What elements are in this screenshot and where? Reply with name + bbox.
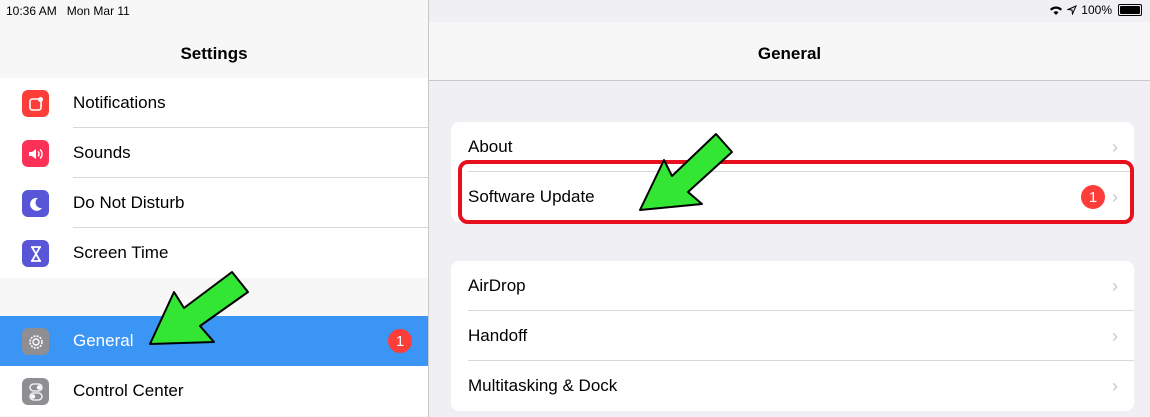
sidebar-item-label: Notifications xyxy=(73,93,166,112)
sidebar-item-do-not-disturb[interactable]: Do Not Disturb xyxy=(0,178,428,228)
general-badge: 1 xyxy=(388,329,412,353)
row-handoff[interactable]: Handoff › xyxy=(451,311,1134,361)
sidebar-item-label: Do Not Disturb xyxy=(73,193,185,212)
notifications-icon xyxy=(22,90,49,117)
chevron-right-icon: › xyxy=(1112,375,1118,396)
battery-percent: 100% xyxy=(1081,3,1112,17)
row-label: Handoff xyxy=(468,326,528,345)
row-airdrop[interactable]: AirDrop › xyxy=(451,261,1134,311)
sidebar-item-label: Control Center xyxy=(73,381,184,400)
sidebar-item-label: General xyxy=(73,331,134,350)
location-icon xyxy=(1067,5,1078,15)
status-date-text: Mon Mar 11 xyxy=(66,4,130,18)
sidebar-item-label: Screen Time xyxy=(73,243,169,262)
sidebar-item-notifications[interactable]: Notifications xyxy=(0,78,428,128)
status-bar: 10:36 AM Mon Mar 11 100% xyxy=(0,0,1150,22)
chevron-right-icon: › xyxy=(1112,136,1118,157)
row-label: Multitasking & Dock xyxy=(468,376,618,395)
status-time-text: 10:36 AM xyxy=(6,4,57,18)
sounds-icon xyxy=(22,140,49,167)
green-arrow-icon xyxy=(149,271,249,345)
battery-icon xyxy=(1118,4,1142,16)
sidebar-group-1: Notifications Sounds Do Not Disturb Scre… xyxy=(0,78,428,278)
chevron-right-icon: › xyxy=(1112,325,1118,346)
sidebar-item-control-center[interactable]: Control Center xyxy=(0,366,428,416)
toggles-icon xyxy=(22,378,49,405)
hourglass-icon xyxy=(22,240,49,267)
chevron-right-icon: › xyxy=(1112,275,1118,296)
page-title: General xyxy=(757,44,822,63)
sidebar-header: Settings xyxy=(0,22,428,81)
status-right: 100% xyxy=(1049,3,1142,17)
gear-icon xyxy=(22,328,49,355)
content-header: General xyxy=(429,22,1150,81)
sidebar-title: Settings xyxy=(180,44,248,63)
green-arrow-icon xyxy=(639,133,733,211)
row-label: AirDrop xyxy=(468,276,526,295)
software-update-highlight-box xyxy=(458,160,1134,224)
row-label: About xyxy=(468,137,513,156)
sidebar-item-sounds[interactable]: Sounds xyxy=(0,128,428,178)
moon-icon xyxy=(22,190,49,217)
general-group-2: AirDrop › Handoff › Multitasking & Dock … xyxy=(451,261,1134,411)
sidebar-item-label: Sounds xyxy=(73,143,131,162)
status-time: 10:36 AM Mon Mar 11 xyxy=(6,4,130,18)
wifi-icon xyxy=(1050,6,1063,15)
row-multitasking-dock[interactable]: Multitasking & Dock › xyxy=(451,361,1134,411)
